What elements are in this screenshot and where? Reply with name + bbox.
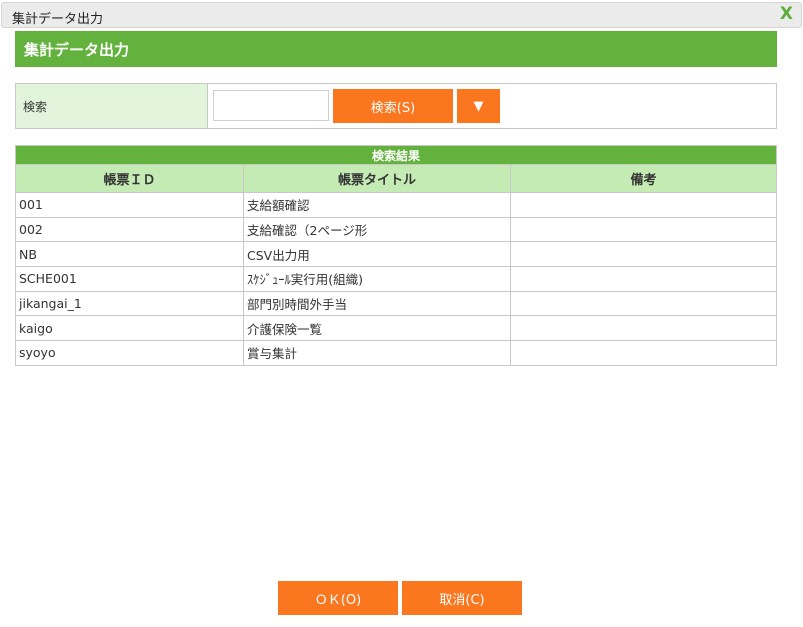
- cell-title: 賞与集計: [243, 340, 511, 366]
- cell-remarks: [510, 340, 777, 366]
- table-row[interactable]: kaigo 介護保険一覧: [15, 315, 777, 342]
- cell-title: 介護保険一覧: [243, 315, 511, 342]
- cell-title: CSV出力用: [243, 241, 511, 268]
- search-label: 検索: [16, 84, 208, 128]
- search-button[interactable]: 検索(S): [333, 89, 453, 123]
- cell-remarks: [510, 192, 777, 218]
- table-row[interactable]: 001 支給額確認: [15, 192, 777, 218]
- results-table: 検索結果 帳票ＩＤ 帳票タイトル 備考 001 支給額確認 002 支給確認（2ページ…: [15, 145, 777, 366]
- column-header-id: 帳票ＩＤ: [15, 164, 244, 193]
- cell-remarks: [510, 241, 777, 268]
- cell-id: kaigo: [15, 315, 244, 342]
- window-title: 集計データ出力: [12, 12, 104, 27]
- cell-title: 部門別時間外手当: [243, 290, 511, 317]
- table-row[interactable]: syoyo 賞与集計: [15, 340, 777, 366]
- cell-id: NB: [15, 241, 244, 268]
- table-row[interactable]: NB CSV出力用: [15, 241, 777, 268]
- page-title: 集計データ出力: [15, 31, 777, 67]
- column-header-remarks: 備考: [510, 164, 777, 193]
- cell-remarks: [510, 290, 777, 317]
- close-icon[interactable]: X: [780, 4, 793, 24]
- table-row[interactable]: jikangai_1 部門別時間外手当: [15, 290, 777, 317]
- cell-id: syoyo: [15, 340, 244, 366]
- results-caption: 検索結果: [15, 145, 777, 165]
- dropdown-toggle-button[interactable]: ▼: [457, 89, 500, 123]
- column-header-title: 帳票タイトル: [243, 164, 511, 193]
- table-row[interactable]: 002 支給確認（2ページ形: [15, 216, 777, 243]
- cell-id: jikangai_1: [15, 290, 244, 317]
- table-row[interactable]: SCHE001 ｽｹｼﾞｭｰﾙ実行用(組織): [15, 266, 777, 292]
- cell-title: ｽｹｼﾞｭｰﾙ実行用(組織): [243, 266, 511, 292]
- search-input[interactable]: [213, 90, 329, 121]
- cell-remarks: [510, 315, 777, 342]
- cell-id: SCHE001: [15, 266, 244, 292]
- cell-id: 002: [15, 216, 244, 243]
- window-titlebar: 集計データ出力 X: [1, 2, 802, 28]
- cancel-button[interactable]: 取消(C): [402, 581, 522, 615]
- cell-remarks: [510, 216, 777, 243]
- cell-remarks: [510, 266, 777, 292]
- cell-title: 支給額確認: [243, 192, 511, 218]
- ok-button[interactable]: ＯＫ(O): [278, 581, 398, 615]
- search-panel: 検索 検索(S) ▼: [15, 83, 777, 129]
- cell-title: 支給確認（2ページ形: [243, 216, 511, 243]
- cell-id: 001: [15, 192, 244, 218]
